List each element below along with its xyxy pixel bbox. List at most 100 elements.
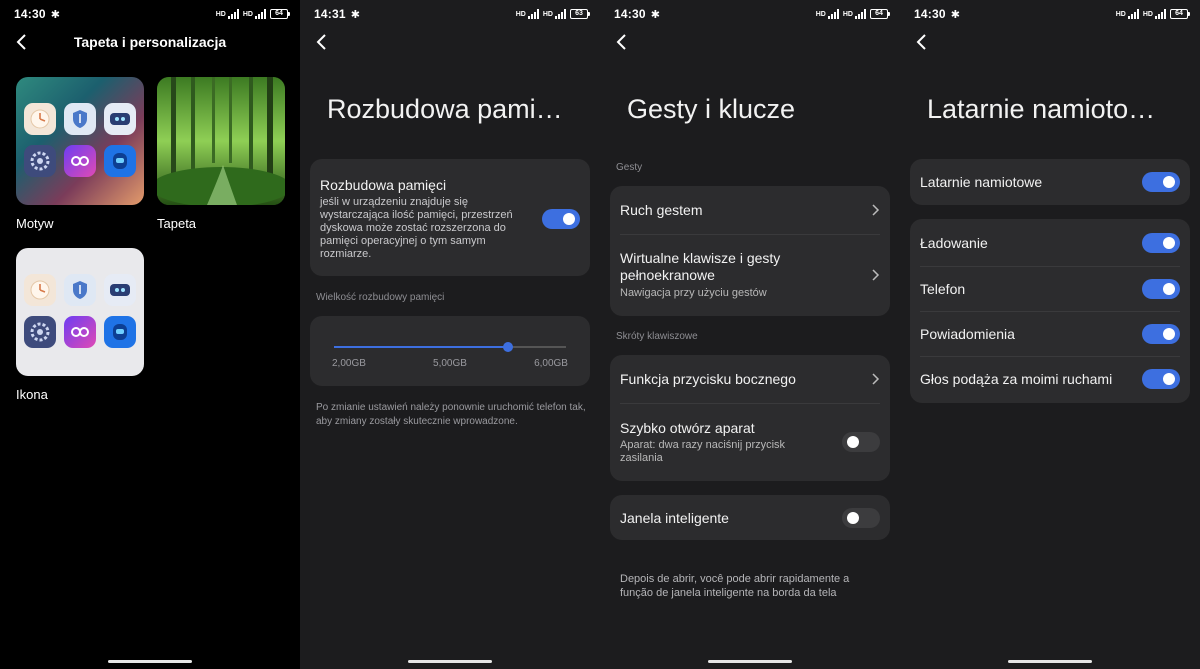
wallpaper-tile[interactable] xyxy=(157,77,285,205)
section-heading: Wielkość rozbudowy pamięci xyxy=(316,292,445,303)
virtual-keys-row[interactable]: Wirtualne klawisze i gesty pełnoekranowe… xyxy=(610,234,890,316)
icon-tile[interactable] xyxy=(16,248,144,376)
settings-icon xyxy=(24,316,56,348)
security-icon xyxy=(64,103,96,135)
forest-image xyxy=(157,77,285,205)
memory-extension-desc: jeśli w urządzeniu znajduje się wystarcz… xyxy=(320,195,513,260)
robot-icon xyxy=(104,145,136,177)
battery-icon: 63 xyxy=(570,9,590,19)
home-indicator[interactable] xyxy=(108,660,192,663)
option-row-voice-follow[interactable]: Głos podąża za moimi ruchami xyxy=(910,356,1190,401)
theme-tile[interactable] xyxy=(16,77,144,205)
slider-thumb[interactable] xyxy=(503,342,513,352)
tent-lights-main-label: Latarnie namiotowe xyxy=(920,174,1043,190)
bluetooth-icon: ✱ xyxy=(650,8,660,21)
tent-lights-options-card: Ładowanie Telefon Powiadomienia Głos pod… xyxy=(910,219,1190,403)
signal-icon: HD xyxy=(1143,9,1166,19)
side-button-row[interactable]: Funkcja przycisku bocznego xyxy=(610,355,890,403)
status-bar: 14:30 ✱ HD HD 64 xyxy=(614,6,890,22)
back-icon[interactable] xyxy=(312,32,332,52)
home-indicator[interactable] xyxy=(708,660,792,663)
smart-window-card: Janela inteligente xyxy=(610,495,890,540)
wallpaper-label: Tapeta xyxy=(157,216,197,231)
page-title: Gesty i klucze xyxy=(627,94,796,124)
battery-icon: 64 xyxy=(870,9,890,19)
signal-icon: HD xyxy=(243,9,266,19)
signal-icon: HD xyxy=(816,9,839,19)
status-bar: 14:30 ✱ HD HD 64 xyxy=(14,6,290,22)
slider-min-label: 2,00GB xyxy=(332,358,366,369)
memory-size-card: 2,00GB 5,00GB 6,00GB xyxy=(310,316,590,386)
smart-window-row[interactable]: Janela inteligente xyxy=(610,495,890,540)
assistant-icon xyxy=(104,103,136,135)
icon-preview xyxy=(24,274,136,350)
option-row-phone[interactable]: Telefon xyxy=(910,266,1190,311)
status-time: 14:30 xyxy=(614,7,646,21)
bluetooth-icon: ✱ xyxy=(50,8,60,21)
screen-tent-lights: 14:30 ✱ HD HD 64 Latarnie namioto… Latar… xyxy=(900,0,1200,669)
option-label: Ładowanie xyxy=(920,234,988,251)
status-time: 14:30 xyxy=(14,7,46,21)
screen-gestures-keys: 14:30 ✱ HD HD 64 Gesty i klucze Gesty Ru… xyxy=(600,0,900,669)
smart-window-note: Depois de abrir, você pode abrir rapidam… xyxy=(620,573,850,599)
smart-window-label: Janela inteligente xyxy=(620,509,729,526)
settings-icon xyxy=(24,145,56,177)
signal-icon: HD xyxy=(843,9,866,19)
quick-camera-sub: Aparat: dwa razy naciśnij przycisk zasil… xyxy=(620,438,786,464)
memory-extension-toggle[interactable] xyxy=(542,208,580,229)
screen-personalization: 14:30 ✱ HD HD 64 Tapeta i personalizacja… xyxy=(0,0,300,669)
status-time: 14:31 xyxy=(314,7,346,21)
memory-extension-label: Rozbudowa pamięci xyxy=(320,176,447,193)
page-title: Tapeta i personalizacja xyxy=(73,34,227,50)
home-indicator[interactable] xyxy=(408,660,492,663)
option-toggle[interactable] xyxy=(1142,368,1180,389)
home-indicator[interactable] xyxy=(1008,660,1092,663)
theme-preview xyxy=(24,103,136,179)
back-icon[interactable] xyxy=(912,32,932,52)
option-row-charging[interactable]: Ładowanie xyxy=(910,219,1190,266)
back-icon[interactable] xyxy=(612,32,632,52)
side-button-label: Funkcja przycisku bocznego xyxy=(620,371,796,387)
signal-icon: HD xyxy=(1116,9,1139,19)
chevron-right-icon xyxy=(872,373,880,385)
chevron-right-icon xyxy=(872,269,880,281)
option-toggle[interactable] xyxy=(1142,278,1180,299)
shortcuts-card: Funkcja przycisku bocznego Szybko otwórz… xyxy=(610,355,890,481)
battery-icon: 64 xyxy=(270,9,290,19)
smart-window-toggle[interactable] xyxy=(842,507,880,528)
signal-icon: HD xyxy=(516,9,539,19)
quick-camera-toggle[interactable] xyxy=(842,432,880,452)
option-toggle[interactable] xyxy=(1142,323,1180,344)
quick-camera-label: Szybko otwórz aparat xyxy=(620,419,755,436)
gestures-card: Ruch gestem Wirtualne klawisze i gesty p… xyxy=(610,186,890,316)
bluetooth-icon: ✱ xyxy=(350,8,360,21)
screen-memory-extension: 14:31 ✱ HD HD 63 Rozbudowa pami… Rozbudo… xyxy=(300,0,600,669)
memory-extension-card: Rozbudowa pamięci jeśli w urządzeniu zna… xyxy=(310,159,590,276)
tent-lights-main-card: Latarnie namiotowe xyxy=(910,159,1190,205)
page-title: Rozbudowa pami… xyxy=(327,94,563,124)
gesture-motion-row[interactable]: Ruch gestem xyxy=(610,186,890,234)
slider-max-label: 6,00GB xyxy=(534,358,568,369)
security-icon xyxy=(64,274,96,306)
icon-label: Ikona xyxy=(16,387,48,402)
bluetooth-icon: ✱ xyxy=(950,8,960,21)
page-title: Latarnie namioto… xyxy=(927,94,1156,124)
option-toggle[interactable] xyxy=(1142,232,1180,253)
restart-note: Po zmianie ustawień należy ponownie uruc… xyxy=(316,402,586,427)
section-gestures: Gesty xyxy=(616,162,643,173)
infinity-icon xyxy=(64,316,96,348)
clock-icon xyxy=(24,274,56,306)
section-shortcuts: Skróty klawiszowe xyxy=(616,331,698,342)
quick-camera-row[interactable]: Szybko otwórz aparat Aparat: dwa razy na… xyxy=(610,403,890,481)
signal-icon: HD xyxy=(543,9,566,19)
memory-extension-row[interactable]: Rozbudowa pamięci jeśli w urządzeniu zna… xyxy=(310,159,590,276)
option-label: Telefon xyxy=(920,280,966,297)
robot-icon xyxy=(104,316,136,348)
tent-lights-main-toggle[interactable] xyxy=(1142,172,1180,192)
status-bar: 14:30 ✱ HD HD 64 xyxy=(914,6,1190,22)
tent-lights-main-row[interactable]: Latarnie namiotowe xyxy=(910,159,1190,205)
memory-size-slider[interactable] xyxy=(334,342,566,352)
slider-mid-label: 5,00GB xyxy=(433,358,467,369)
option-row-notifications[interactable]: Powiadomienia xyxy=(910,311,1190,356)
status-bar: 14:31 ✱ HD HD 63 xyxy=(314,6,590,22)
